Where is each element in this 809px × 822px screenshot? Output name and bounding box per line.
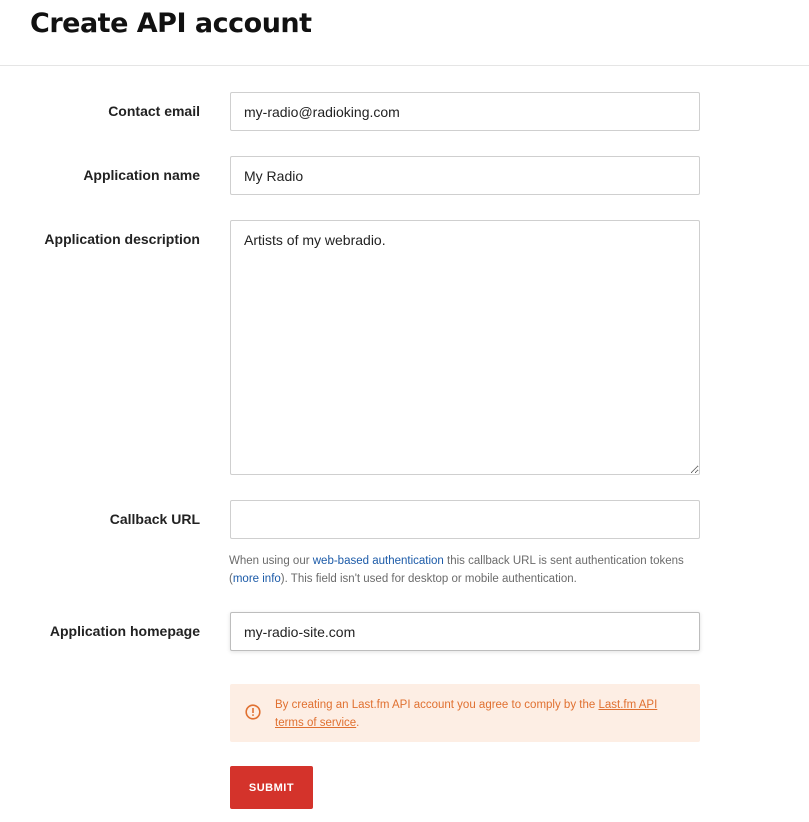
application-homepage-field[interactable] <box>230 612 700 651</box>
terms-notice: By creating an Last.fm API account you a… <box>230 684 700 742</box>
contact-email-field[interactable] <box>230 92 700 131</box>
help-text-prefix: When using our <box>229 555 313 567</box>
notice-text: By creating an Last.fm API account you a… <box>275 696 675 732</box>
application-description-textarea[interactable]: Artists of my webradio. <box>230 220 700 475</box>
more-info-link[interactable]: more info <box>233 573 281 585</box>
application-homepage-label: Application homepage <box>49 623 200 639</box>
callback-url-help-text: When using our web-based authentication … <box>229 552 709 588</box>
callback-url-label: Callback URL <box>109 511 200 527</box>
submit-button[interactable]: SUBMIT <box>230 766 313 809</box>
notice-text-suffix: . <box>356 717 360 729</box>
callback-url-field[interactable] <box>230 500 700 539</box>
page-title: Create API account <box>30 8 312 39</box>
contact-email-label: Contact email <box>108 103 200 119</box>
application-description-label: Application description <box>44 231 200 247</box>
web-based-authentication-link[interactable]: web-based authentication <box>313 555 444 567</box>
alert-circle-icon <box>245 704 261 720</box>
page-header: Create API account <box>0 0 809 66</box>
notice-text-prefix: By creating an Last.fm API account you a… <box>275 699 599 711</box>
help-text-suffix: ). This field isn't used for desktop or … <box>280 573 577 585</box>
application-name-field[interactable] <box>230 156 700 195</box>
application-name-label: Application name <box>83 167 200 183</box>
